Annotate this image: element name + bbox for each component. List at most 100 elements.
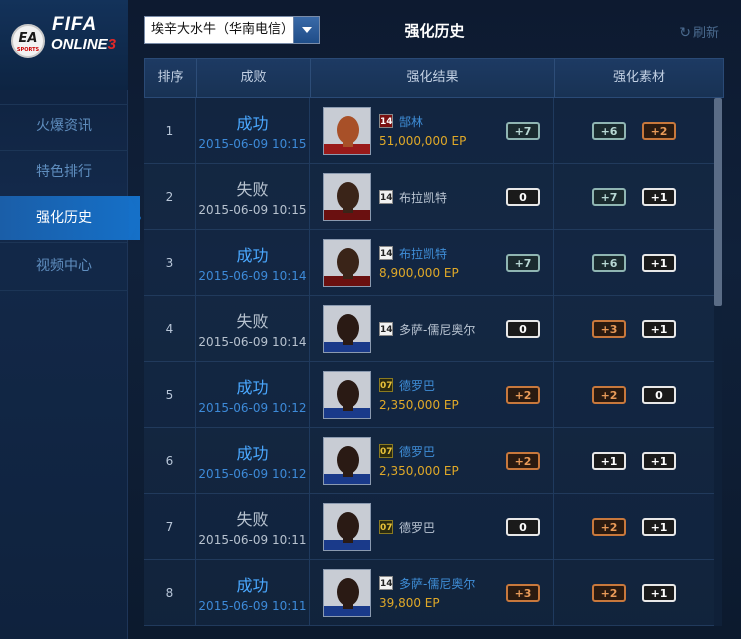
- result-cell: 失败 2015-06-09 10:15: [196, 164, 310, 230]
- sidebar-item-video[interactable]: 视频中心: [0, 244, 128, 288]
- outcome-plus-badge[interactable]: +2: [506, 386, 540, 404]
- material-badge[interactable]: +6: [592, 254, 626, 272]
- material-badge[interactable]: +2: [642, 122, 676, 140]
- material-badge[interactable]: +2: [592, 518, 626, 536]
- rank-cell: 5: [144, 362, 196, 428]
- player-avatar: [323, 173, 371, 221]
- upgrade-level-badge: 14: [379, 190, 393, 204]
- rank-cell: 2: [144, 164, 196, 230]
- timestamp: 2015-06-09 10:15: [198, 203, 307, 217]
- result-cell: 成功 2015-06-09 10:15: [196, 98, 310, 164]
- timestamp: 2015-06-09 10:11: [198, 533, 307, 547]
- scrollbar-thumb[interactable]: [714, 98, 722, 306]
- player-name[interactable]: 德罗巴: [399, 443, 435, 460]
- column-header-materials: 强化素材: [612, 70, 665, 85]
- sidebar-item-news[interactable]: 火爆资讯: [0, 104, 128, 148]
- materials-cell: +3 +1: [554, 296, 722, 362]
- material-badge[interactable]: +1: [592, 452, 626, 470]
- material-badge[interactable]: +1: [642, 254, 676, 272]
- timestamp: 2015-06-09 10:15: [198, 137, 307, 151]
- materials-cell: +1 +1: [554, 428, 722, 494]
- material-badge[interactable]: +1: [642, 452, 676, 470]
- timestamp: 2015-06-09 10:14: [198, 269, 307, 283]
- sidebar: EA SPORTS FIFA ONLINE3 火爆资讯 特色排行 强化历史 视频…: [0, 0, 141, 639]
- result-cell: 成功 2015-06-09 10:12: [196, 428, 310, 494]
- outcome-plus-badge[interactable]: +7: [506, 122, 540, 140]
- rank-cell: 7: [144, 494, 196, 560]
- materials-cell: +7 +1: [554, 164, 722, 230]
- material-badge[interactable]: +1: [642, 188, 676, 206]
- player-value: 51,000,000 EP: [379, 134, 467, 148]
- table-row: 4 失败 2015-06-09 10:14 14 多萨-儒尼奥尔 0 +3 +1: [144, 296, 722, 362]
- outcome-plus-badge[interactable]: 0: [506, 188, 540, 206]
- outcome-plus-badge[interactable]: +3: [506, 584, 540, 602]
- material-badge[interactable]: +7: [592, 188, 626, 206]
- table-row: 6 成功 2015-06-09 10:12 07 德罗巴 2,350,000 EP +2 +1…: [144, 428, 722, 494]
- rank-cell: 6: [144, 428, 196, 494]
- material-badge[interactable]: +2: [592, 386, 626, 404]
- ea-sports-logo: EA SPORTS: [11, 24, 45, 58]
- player-value: 2,350,000 EP: [379, 398, 459, 412]
- sidebar-item-rankings[interactable]: 特色排行: [0, 150, 128, 194]
- player-name[interactable]: 布拉凯特: [399, 189, 447, 206]
- result-cell: 失败 2015-06-09 10:14: [196, 296, 310, 362]
- result-text: 成功: [236, 576, 269, 595]
- player-name[interactable]: 布拉凯特: [399, 245, 447, 262]
- outcome-cell: 07 德罗巴 2,350,000 EP +2: [310, 428, 554, 494]
- materials-cell: +2 +1: [554, 560, 722, 626]
- outcome-cell: 14 多萨-儒尼奥尔 0: [310, 296, 554, 362]
- result-cell: 成功 2015-06-09 10:11: [196, 560, 310, 626]
- column-header-rank: 排序: [145, 59, 197, 97]
- top-bar: 埃辛大水牛（华南电信） 强化历史 ↻ 刷新: [128, 0, 741, 58]
- material-badge[interactable]: 0: [642, 386, 676, 404]
- player-name[interactable]: 德罗巴: [399, 377, 435, 394]
- player-avatar: [323, 437, 371, 485]
- material-badge[interactable]: +2: [592, 584, 626, 602]
- material-badge[interactable]: +6: [592, 122, 626, 140]
- player-name[interactable]: 德罗巴: [399, 519, 435, 536]
- outcome-cell: 14 布拉凯特 0: [310, 164, 554, 230]
- refresh-label: 刷新: [692, 26, 719, 41]
- player-avatar: [323, 503, 371, 551]
- material-badge[interactable]: +1: [642, 320, 676, 338]
- rank-cell: 3: [144, 230, 196, 296]
- refresh-icon: ↻: [679, 25, 691, 41]
- outcome-plus-badge[interactable]: 0: [506, 320, 540, 338]
- player-avatar: [323, 107, 371, 155]
- ea-text: EA: [18, 31, 38, 46]
- outcome-cell: 14 多萨-儒尼奥尔 39,800 EP +3: [310, 560, 554, 626]
- outcome-plus-badge[interactable]: +7: [506, 254, 540, 272]
- table-row: 8 成功 2015-06-09 10:11 14 多萨-儒尼奥尔 39,800 EP +3 +…: [144, 560, 722, 626]
- nav-divider: [0, 290, 128, 291]
- result-text: 成功: [236, 246, 269, 265]
- materials-cell: +2 0: [554, 362, 722, 428]
- app-window: EA SPORTS FIFA ONLINE3 火爆资讯 特色排行 强化历史 视频…: [0, 0, 741, 639]
- table-row: 3 成功 2015-06-09 10:14 14 布拉凯特 8,900,000 EP +7 +…: [144, 230, 722, 296]
- outcome-plus-badge[interactable]: 0: [506, 518, 540, 536]
- materials-cell: +6 +1: [554, 230, 722, 296]
- result-cell: 失败 2015-06-09 10:11: [196, 494, 310, 560]
- player-avatar: [323, 371, 371, 419]
- upgrade-level-badge: 14: [379, 114, 393, 128]
- player-name[interactable]: 多萨-儒尼奥尔: [399, 575, 475, 592]
- materials-cell: +6 +2: [554, 98, 722, 164]
- rank-cell: 8: [144, 560, 196, 626]
- result-text: 成功: [236, 378, 269, 397]
- material-badge[interactable]: +1: [642, 584, 676, 602]
- upgrade-level-badge: 14: [379, 322, 393, 336]
- upgrade-level-badge: 07: [379, 444, 393, 458]
- table-row: 7 失败 2015-06-09 10:11 07 德罗巴 0 +2 +1: [144, 494, 722, 560]
- material-badge[interactable]: +1: [642, 518, 676, 536]
- player-value: 39,800 EP: [379, 596, 440, 610]
- result-cell: 成功 2015-06-09 10:12: [196, 362, 310, 428]
- player-name[interactable]: 郜林: [399, 113, 423, 130]
- outcome-plus-badge[interactable]: +2: [506, 452, 540, 470]
- player-name[interactable]: 多萨-儒尼奥尔: [399, 321, 475, 338]
- page-title: 强化历史: [404, 22, 465, 40]
- refresh-button[interactable]: ↻ 刷新: [679, 22, 719, 41]
- upgrade-history-table: 排序 成败 强化结果 强化素材 1 成功 2015-06-09 10:15 14 郜林 5…: [144, 58, 724, 628]
- result-text: 失败: [236, 180, 269, 199]
- material-badge[interactable]: +3: [592, 320, 626, 338]
- nav-divider: [0, 242, 128, 243]
- sidebar-item-upgrade-history[interactable]: 强化历史: [0, 196, 141, 240]
